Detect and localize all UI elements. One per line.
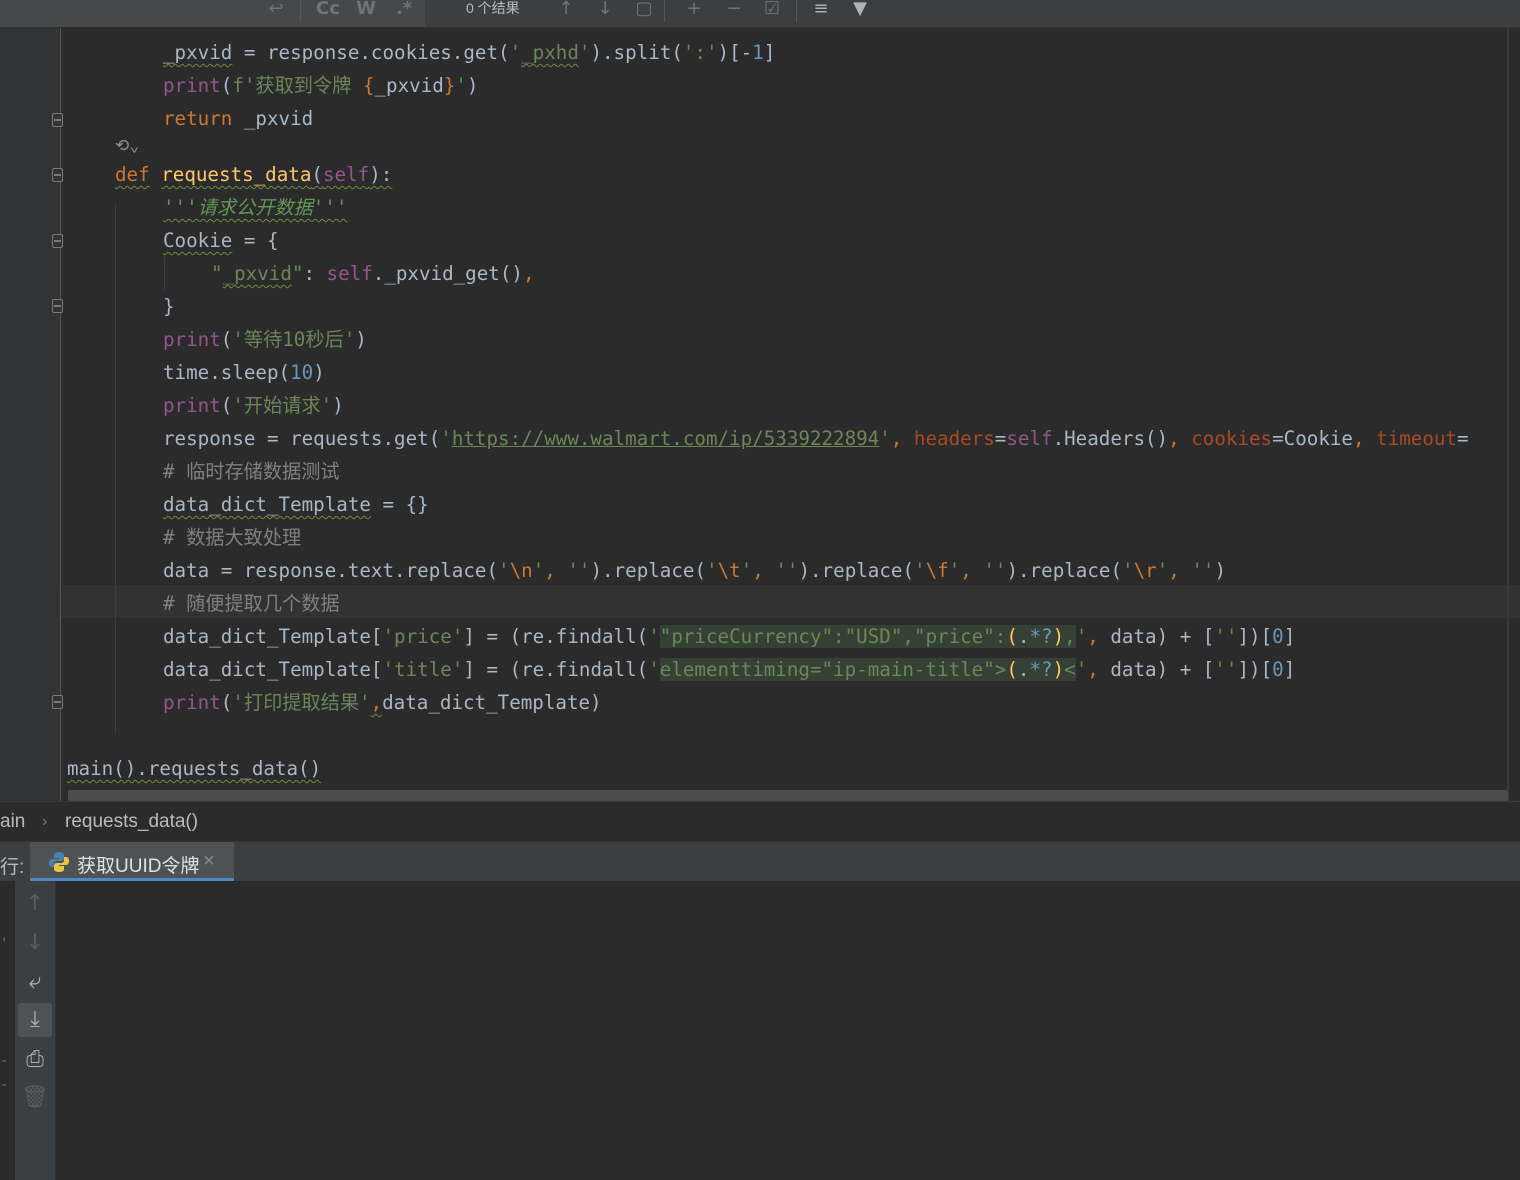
indent-guide <box>164 257 165 290</box>
code-line-13: # 临时存储数据测试 <box>163 460 340 483</box>
toolbar-divider <box>300 0 301 22</box>
run-tab-title: 获取UUID令牌 <box>77 856 200 877</box>
code-line-7: "_pxvid": self._pxvid_get(), <box>211 262 535 285</box>
breadcrumb-method[interactable]: requests_data() <box>65 811 198 833</box>
code-editor[interactable]: ⟲⌄ _pxvid = response.cookies.get('_pxhd'… <box>0 28 1520 801</box>
right-margin-guide <box>1507 28 1509 801</box>
fold-marker[interactable] <box>52 695 63 709</box>
remove-occurrence-icon[interactable]: − <box>720 0 748 20</box>
down-arrow-icon[interactable]: ↓ <box>18 926 52 960</box>
toolbar-divider <box>664 0 665 22</box>
up-arrow-icon[interactable]: ↑ <box>18 887 52 921</box>
fold-marker[interactable] <box>52 299 63 313</box>
code-line-17: # 随便提取几个数据 <box>163 592 340 615</box>
words-button[interactable]: W <box>354 0 378 20</box>
code-line-19: data_dict_Template['title'] = (re.findal… <box>163 658 1296 681</box>
match-case-button[interactable]: Cc <box>314 0 342 20</box>
code-line-20: print('打印提取结果',data_dict_Template) <box>163 691 602 714</box>
select-occurrences-icon[interactable]: ☑ <box>758 0 786 20</box>
run-console[interactable]: ↑ ↓ ⤶ ⤓ ⎙ 🗑 ' - - <box>0 881 1520 1180</box>
add-occurrence-icon[interactable]: + <box>680 0 708 20</box>
search-result-count: 0 个结果 <box>466 0 520 16</box>
toolbar-divider <box>796 0 797 22</box>
code-line-18: data_dict_Template['price'] = (re.findal… <box>163 625 1296 648</box>
code-line-8: } <box>163 295 175 318</box>
run-panel-label: 行: <box>0 857 25 878</box>
editor-gutter <box>0 28 61 801</box>
code-line-14: data_dict_Template = {} <box>163 493 429 516</box>
fold-marker[interactable] <box>52 168 63 182</box>
code-line-6: Cookie = { <box>163 229 279 252</box>
breadcrumb: ain › requests_data() <box>0 801 1520 842</box>
previous-occurrence-icon[interactable]: ↑ <box>555 0 577 20</box>
print-icon[interactable]: ⎙ <box>18 1043 52 1077</box>
edge-marker: ' <box>0 936 9 952</box>
trash-icon[interactable]: 🗑 <box>18 1081 52 1115</box>
regex-button[interactable]: .* <box>392 0 416 20</box>
override-gutter-icon[interactable]: ⟲⌄ <box>115 136 139 156</box>
edge-marker: - <box>0 1053 9 1069</box>
edge-marker: - <box>0 1077 9 1093</box>
run-panel-header: 行: 获取UUID令牌 × <box>0 841 1520 882</box>
code-line-3: return _pxvid <box>163 107 314 130</box>
breadcrumb-separator-icon: › <box>42 813 48 830</box>
next-occurrence-icon[interactable]: ↓ <box>594 0 616 20</box>
horizontal-scrollbar[interactable] <box>68 790 1508 801</box>
run-side-toolbar: ↑ ↓ ⤶ ⤓ ⎙ 🗑 <box>15 881 56 1180</box>
code-line-2: print(f'获取到令牌 {_pxvid}') <box>163 74 479 97</box>
code-line-21: main().requests_data() <box>67 757 322 780</box>
indent-guide <box>115 204 116 734</box>
fold-marker[interactable] <box>52 234 63 248</box>
code-line-11: print('开始请求') <box>163 394 344 417</box>
code-line-4: def requests_data(self): <box>115 163 393 186</box>
close-icon[interactable]: × <box>203 850 215 873</box>
code-line-15: # 数据大致处理 <box>163 526 302 549</box>
select-all-occurrences-icon[interactable]: ▢ <box>633 0 655 20</box>
soft-wrap-icon[interactable]: ⤶ <box>18 965 52 999</box>
code-line-5: '''请求公开数据''' <box>163 196 348 219</box>
run-tab[interactable]: 获取UUID令牌 × <box>30 842 234 882</box>
code-line-16: data = response.text.replace('\n', '').r… <box>163 559 1227 582</box>
filter-options-icon[interactable]: ≡ <box>808 0 834 20</box>
fold-marker[interactable] <box>52 113 63 127</box>
find-toolbar: ↩ Cc W .* 0 个结果 ↑ ↓ ▢ + − ☑ ≡ ▼ <box>0 0 1520 28</box>
code-line-10: time.sleep(10) <box>163 361 325 384</box>
code-line-9: print('等待10秒后') <box>163 328 367 351</box>
filter-icon[interactable]: ▼ <box>848 0 872 20</box>
python-icon <box>49 852 69 872</box>
undo-icon[interactable]: ↩ <box>264 0 288 20</box>
code-line-1: _pxvid = response.cookies.get('_pxhd').s… <box>163 41 776 64</box>
code-line-12: response = requests.get('https://www.wal… <box>163 427 1469 450</box>
breadcrumb-class[interactable]: ain <box>0 811 25 833</box>
scroll-to-end-icon[interactable]: ⤓ <box>18 1003 52 1037</box>
